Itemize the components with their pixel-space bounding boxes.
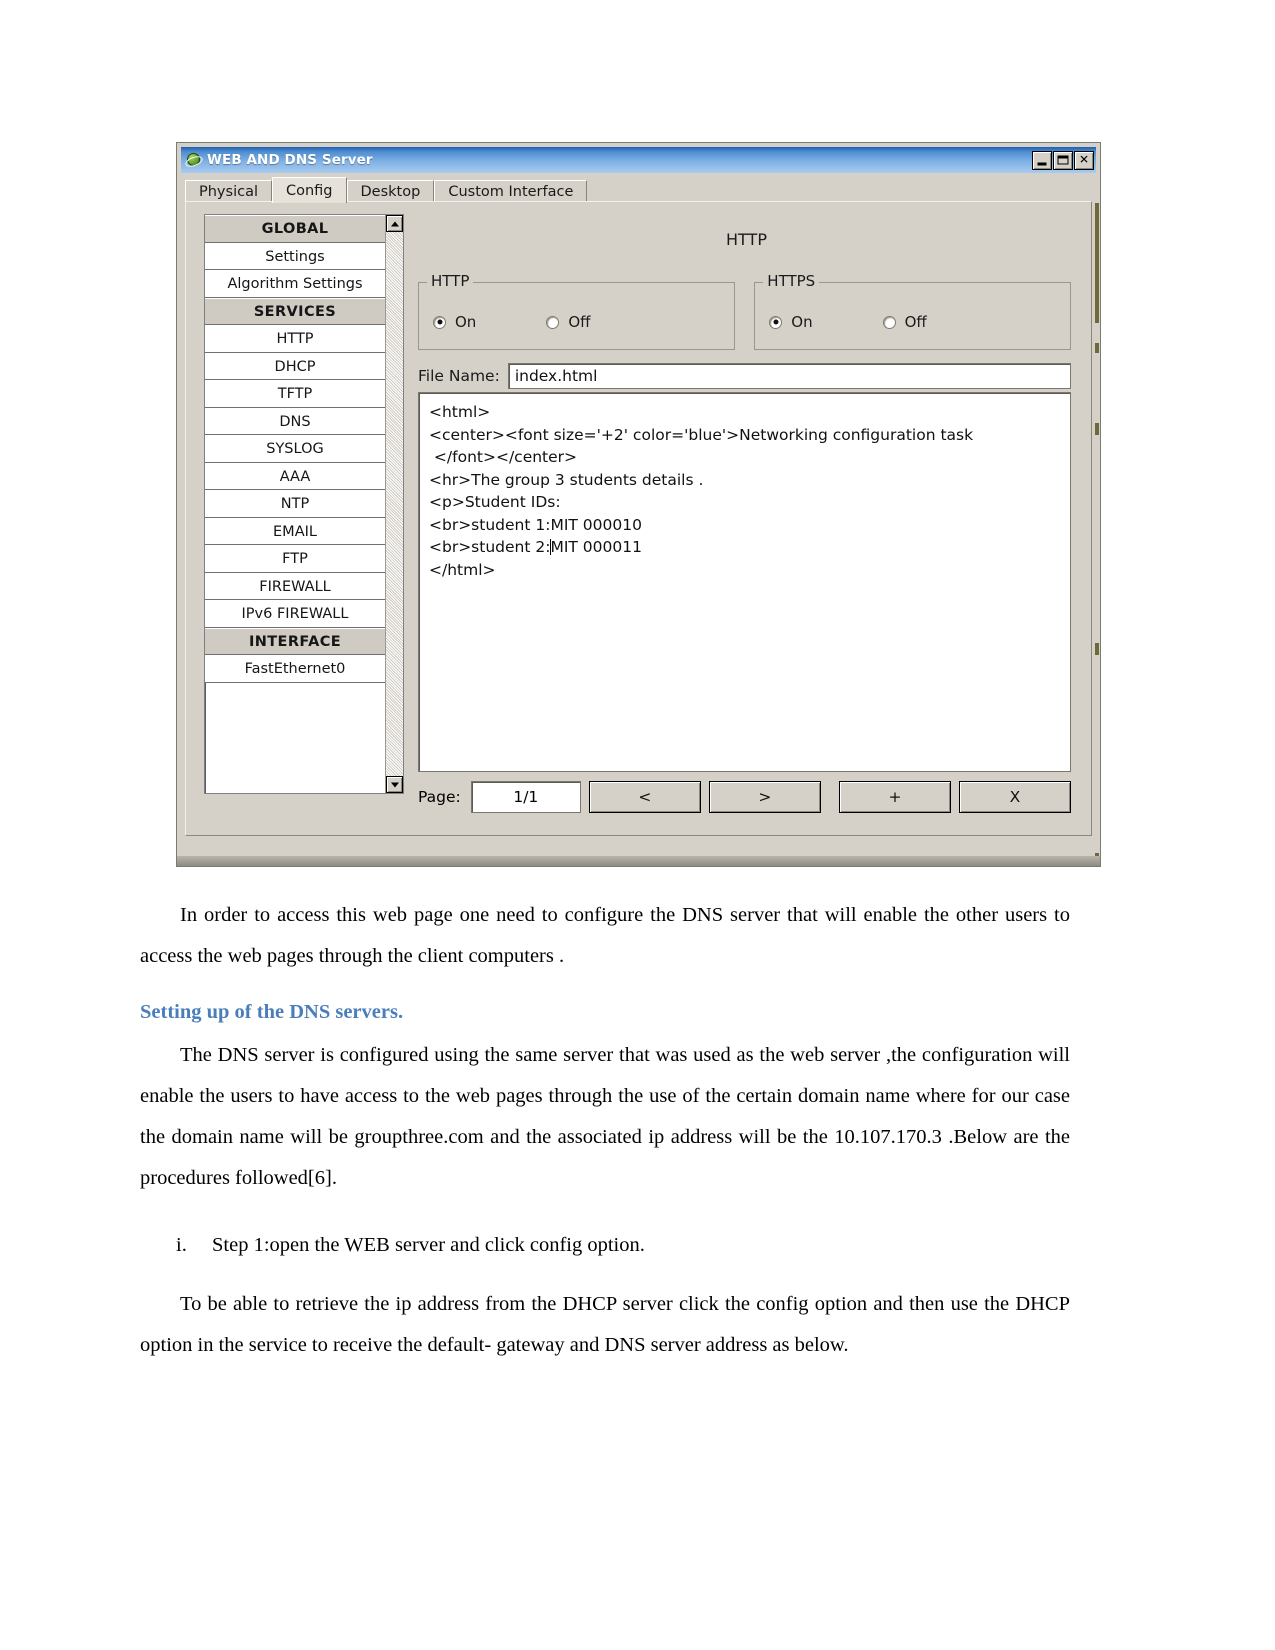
- sidebar-item-dns[interactable]: DNS: [205, 407, 385, 435]
- paragraph-3: To be able to retrieve the ip address fr…: [140, 1293, 1070, 1356]
- config-panel: GLOBAL Settings Algorithm Settings SERVI…: [185, 201, 1092, 836]
- edge-accent: [1095, 203, 1099, 323]
- section-heading-dns: Setting up of the DNS servers.: [140, 1001, 404, 1023]
- tab-strip: Physical Config Desktop Custom Interface: [185, 177, 1092, 203]
- list-item: i. Step 1:open the WEB server and click …: [140, 1225, 1070, 1266]
- sidebar-item-http[interactable]: HTTP: [205, 325, 385, 353]
- file-name-label: File Name:: [418, 367, 500, 385]
- code-line: <html>: [429, 403, 491, 421]
- edge-accent: [1095, 423, 1099, 435]
- http-legend: HTTP: [427, 272, 474, 290]
- html-code-editor[interactable]: <html> <center><font size='+2' color='bl…: [418, 392, 1071, 772]
- file-name-input[interactable]: index.html: [507, 363, 1071, 389]
- code-line-text: <br>student 2:MIT 000011: [429, 538, 642, 556]
- https-on-radio[interactable]: On: [769, 313, 813, 331]
- page-indicator: 1/1: [470, 781, 581, 813]
- code-line: <center><font size='+2' color='blue'>Net…: [429, 425, 974, 444]
- sidebar-group-interface: INTERFACE: [205, 627, 385, 655]
- http-on-label: On: [455, 313, 477, 331]
- tab-desktop[interactable]: Desktop: [346, 180, 435, 203]
- list-item-marker: i.: [176, 1234, 187, 1256]
- globe-icon: [184, 152, 204, 169]
- code-line: <hr>The group 3 students details .: [429, 470, 704, 489]
- http-service-pane: HTTP HTTP On Off HTTPS On Off File Name:…: [414, 214, 1079, 823]
- sidebar-item-ftp[interactable]: FTP: [205, 545, 385, 573]
- minimize-button[interactable]: [1032, 150, 1052, 170]
- delete-page-button[interactable]: X: [958, 781, 1071, 813]
- sidebar-item-ipv6-firewall[interactable]: IPv6 FIREWALL: [205, 600, 385, 628]
- https-on-label: On: [791, 313, 813, 331]
- code-line: <br>student 1:MIT 000010: [429, 515, 642, 534]
- sidebar-list: GLOBAL Settings Algorithm Settings SERVI…: [205, 215, 385, 793]
- tab-physical[interactable]: Physical: [185, 180, 272, 203]
- https-fieldset: HTTPS On Off: [754, 272, 1071, 350]
- sidebar-item-settings[interactable]: Settings: [205, 242, 385, 270]
- maximize-button[interactable]: [1053, 150, 1073, 170]
- radio-unselected-icon: [546, 315, 560, 329]
- http-fieldset: HTTP On Off: [418, 272, 735, 350]
- code-line-with-caret: <br>student 2:MIT 000011: [429, 536, 1064, 559]
- sidebar-item-ntp[interactable]: NTP: [205, 490, 385, 518]
- sidebar-item-tftp[interactable]: TFTP: [205, 380, 385, 408]
- code-line: <p>Student IDs:: [429, 493, 561, 511]
- text-cursor: [550, 539, 552, 555]
- http-radio-group: On Off: [433, 313, 590, 331]
- packet-tracer-window: WEB AND DNS Server ✕ Physical Config Des…: [176, 142, 1101, 867]
- sidebar-item-fastethernet0[interactable]: FastEthernet0: [205, 655, 385, 683]
- http-off-label: Off: [568, 313, 591, 331]
- scroll-down-icon[interactable]: [386, 776, 403, 793]
- https-legend: HTTPS: [763, 272, 820, 290]
- radio-selected-icon: [433, 315, 446, 329]
- https-radio-group: On Off: [769, 313, 927, 331]
- radio-unselected-icon: [882, 315, 896, 329]
- window-title: WEB AND DNS Server: [207, 152, 373, 168]
- previous-page-button[interactable]: <: [588, 781, 701, 813]
- sidebar-item-firewall[interactable]: FIREWALL: [205, 572, 385, 600]
- code-line: </html>: [429, 560, 496, 579]
- https-off-radio[interactable]: Off: [882, 313, 927, 331]
- scrollbar-track[interactable]: [386, 232, 403, 776]
- pane-title: HTTP: [726, 230, 767, 249]
- protocol-toggles-row: HTTP On Off HTTPS On Off: [418, 272, 1071, 352]
- window-controls: ✕: [1032, 150, 1094, 170]
- radio-selected-icon: [769, 315, 783, 329]
- add-page-button[interactable]: +: [838, 781, 951, 813]
- config-sidebar: GLOBAL Settings Algorithm Settings SERVI…: [204, 214, 404, 794]
- https-off-label: Off: [904, 313, 927, 331]
- tab-config[interactable]: Config: [271, 177, 347, 203]
- paragraph-2: The DNS server is configured using the s…: [140, 1044, 1070, 1189]
- window-bottom-edge: [177, 856, 1100, 866]
- scroll-up-icon[interactable]: [386, 215, 403, 232]
- window-body: WEB AND DNS Server ✕ Physical Config Des…: [177, 143, 1100, 866]
- sidebar-group-services: SERVICES: [205, 297, 385, 325]
- list-item-text: Step 1:open the WEB server and click con…: [212, 1234, 645, 1256]
- close-button[interactable]: ✕: [1074, 150, 1094, 170]
- document-body: In order to access this web page one nee…: [140, 895, 1070, 1370]
- paragraph-1: In order to access this web page one nee…: [140, 904, 1070, 967]
- file-name-row: File Name: index.html: [418, 362, 1071, 390]
- sidebar-item-aaa[interactable]: AAA: [205, 462, 385, 490]
- sidebar-item-email[interactable]: EMAIL: [205, 517, 385, 545]
- page-label: Page:: [418, 788, 461, 806]
- sidebar-scrollbar[interactable]: [385, 215, 403, 793]
- close-icon: ✕: [1078, 152, 1090, 167]
- http-off-radio[interactable]: Off: [546, 313, 590, 331]
- page-controls: Page: 1/1 < > + X: [418, 780, 1071, 814]
- sidebar-item-dhcp[interactable]: DHCP: [205, 352, 385, 380]
- edge-accent: [1095, 343, 1099, 353]
- sidebar-item-syslog[interactable]: SYSLOG: [205, 435, 385, 463]
- next-page-button[interactable]: >: [708, 781, 821, 813]
- window-right-edge: [1094, 173, 1100, 865]
- http-on-radio[interactable]: On: [433, 313, 476, 331]
- code-line: </font></center>: [429, 448, 578, 466]
- tab-custom-interface[interactable]: Custom Interface: [434, 180, 588, 203]
- window-titlebar[interactable]: WEB AND DNS Server ✕: [181, 147, 1096, 173]
- sidebar-item-algorithm-settings[interactable]: Algorithm Settings: [205, 270, 385, 298]
- edge-accent: [1095, 643, 1099, 655]
- sidebar-group-global: GLOBAL: [205, 215, 385, 243]
